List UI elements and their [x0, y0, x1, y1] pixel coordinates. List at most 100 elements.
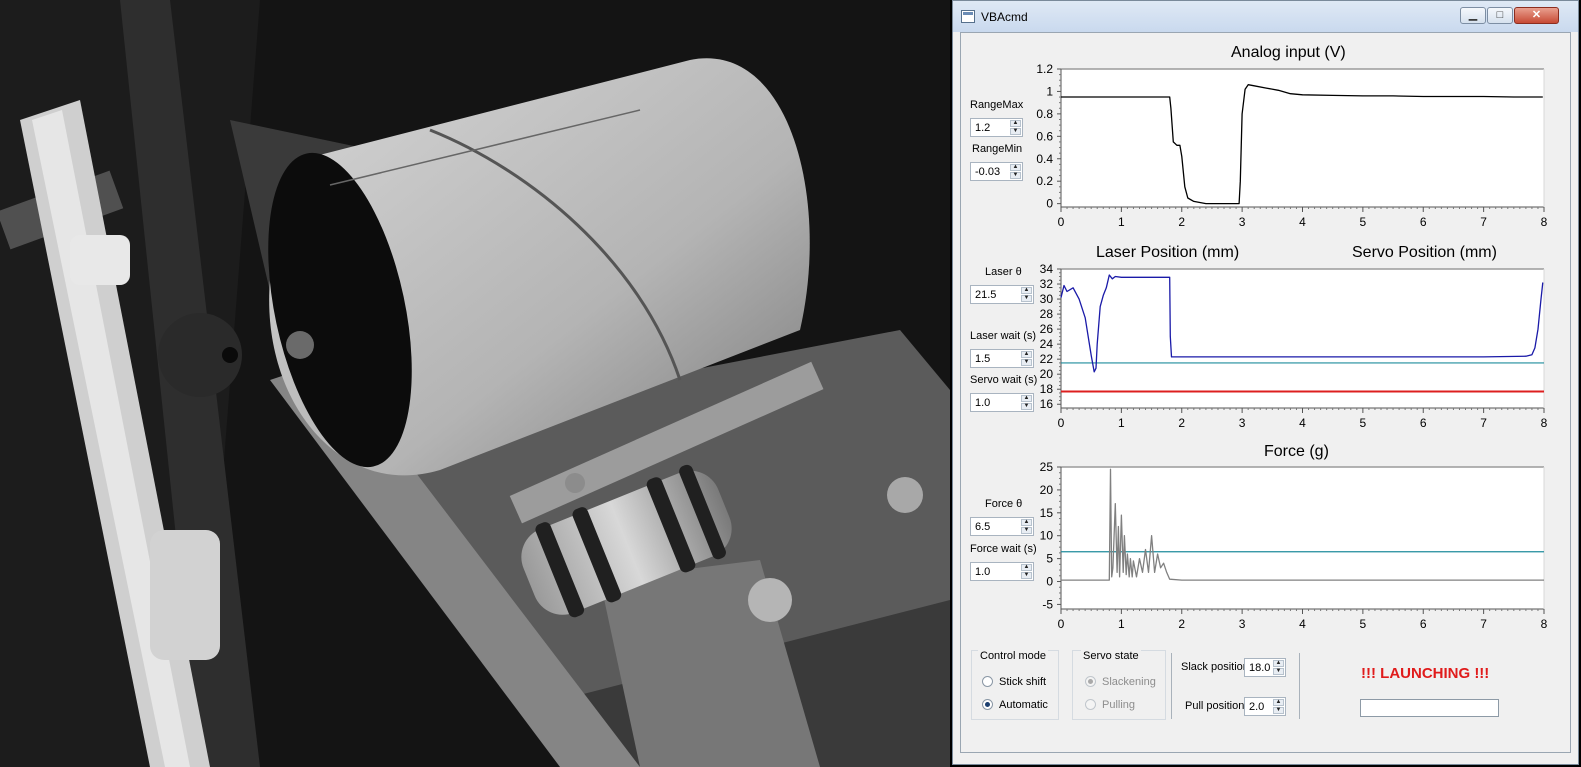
- radio-stick-shift[interactable]: Stick shift: [982, 676, 1046, 688]
- analog-y-tick-label: 1.2: [1036, 63, 1053, 76]
- control-mode-title: Control mode: [978, 650, 1049, 662]
- analog-plot-area: [1061, 69, 1544, 207]
- vbacmd-window: VBAcmd ▁ □ ✕ Analog input (V) 0 0.2 0.4 0.6…: [952, 0, 1579, 765]
- force-y-tick-label: 5: [1046, 552, 1053, 566]
- radio-pulling-label: Pulling: [1102, 699, 1136, 711]
- force-theta-label: Force θ: [985, 498, 1023, 510]
- position-x-tick-label: 8: [1541, 416, 1548, 430]
- force-x-tick-label: 7: [1480, 617, 1487, 631]
- analog-y-tick-label: 0.2: [1036, 174, 1053, 188]
- position-y-tick-label: 16: [1040, 397, 1054, 411]
- range-max-spinbox[interactable]: 1.2 ▲ ▼: [970, 118, 1023, 137]
- slack-position-value: 18.0: [1249, 662, 1271, 674]
- slack-position-up-arrow-icon[interactable]: ▲: [1273, 660, 1284, 667]
- separator: [1299, 653, 1300, 719]
- pull-position-up-arrow-icon[interactable]: ▲: [1273, 699, 1284, 706]
- servo-wait-down-arrow-icon[interactable]: ▼: [1021, 403, 1032, 410]
- analog-x-tick-label: 7: [1480, 215, 1487, 229]
- radio-pulling-icon[interactable]: [1085, 699, 1096, 710]
- analog-x-tick-label: 6: [1420, 215, 1427, 229]
- laser-wait-label: Laser wait (s): [970, 330, 1037, 342]
- radio-slackening[interactable]: Slackening: [1085, 676, 1156, 688]
- position-plot-area: [1061, 269, 1544, 408]
- force-x-tick-label: 2: [1178, 617, 1185, 631]
- force-theta-down-arrow-icon[interactable]: ▼: [1021, 527, 1032, 534]
- force-y-tick-label: -5: [1042, 597, 1053, 611]
- analog-y-tick-label: 0: [1046, 197, 1053, 211]
- analog-y-tick-label: 0.6: [1036, 129, 1053, 143]
- title-bar[interactable]: VBAcmd ▁ □ ✕: [953, 1, 1578, 32]
- position-x-tick-label: 5: [1360, 416, 1367, 430]
- radio-pulling[interactable]: Pulling: [1085, 699, 1135, 711]
- position-x-tick-label: 2: [1178, 416, 1185, 430]
- range-min-spinbox[interactable]: -0.03 ▲ ▼: [970, 162, 1023, 181]
- laser-theta-up-arrow-icon[interactable]: ▲: [1021, 287, 1032, 294]
- servo-wait-up-arrow-icon[interactable]: ▲: [1021, 395, 1032, 402]
- radio-automatic-label: Automatic: [999, 699, 1048, 711]
- position-x-tick-label: 3: [1239, 416, 1246, 430]
- radio-slackening-label: Slackening: [1102, 676, 1156, 688]
- position-chart: 161820222426283032340 1 2 3 4 5 6 7 8: [1040, 263, 1548, 430]
- range-max-up-arrow-icon[interactable]: ▲: [1010, 120, 1021, 127]
- laser-theta-down-arrow-icon[interactable]: ▼: [1021, 295, 1032, 302]
- window-title: VBAcmd: [981, 10, 1028, 24]
- position-y-tick-label: 18: [1040, 382, 1054, 396]
- pull-position-spinbox[interactable]: 2.0 ▲ ▼: [1244, 697, 1286, 716]
- client-area: Analog input (V) 0 0.2 0.4 0.6 0.8 1 1.2 0 1 2 3 4 5…: [960, 32, 1571, 753]
- position-y-tick-label: 20: [1040, 367, 1054, 381]
- position-x-tick-label: 7: [1480, 416, 1487, 430]
- analog-y-tick-label: 1: [1046, 84, 1053, 98]
- force-wait-label: Force wait (s): [970, 543, 1037, 555]
- maximize-button[interactable]: □: [1487, 7, 1513, 24]
- force-wait-up-arrow-icon[interactable]: ▲: [1021, 564, 1032, 571]
- position-y-tick-label: 32: [1040, 277, 1054, 291]
- force-theta-up-arrow-icon[interactable]: ▲: [1021, 519, 1032, 526]
- slack-position-down-arrow-icon[interactable]: ▼: [1273, 668, 1284, 675]
- servo-wait-spinbox[interactable]: 1.0 ▲ ▼: [970, 393, 1034, 412]
- force-x-tick-label: 4: [1299, 617, 1306, 631]
- minimize-button[interactable]: ▁: [1460, 7, 1486, 24]
- analog-x-tick-label: 5: [1360, 215, 1367, 229]
- position-y-tick-label: 22: [1040, 352, 1054, 366]
- analog-x-tick-label: 4: [1299, 215, 1306, 229]
- range-min-up-arrow-icon[interactable]: ▲: [1010, 164, 1021, 171]
- laser-theta-label: Laser θ: [985, 266, 1022, 278]
- servo-state-title: Servo state: [1081, 650, 1141, 662]
- force-theta-spinbox[interactable]: 6.5 ▲ ▼: [970, 517, 1034, 536]
- force-x-tick-label: 3: [1239, 617, 1246, 631]
- analog-plot-title: Analog input (V): [1231, 44, 1346, 61]
- servo-position-legend: Servo Position (mm): [1352, 244, 1497, 261]
- pull-position-label: Pull position: [1185, 700, 1245, 712]
- radio-slackening-icon[interactable]: [1085, 676, 1096, 687]
- force-wait-value: 1.0: [975, 566, 991, 578]
- force-wait-down-arrow-icon[interactable]: ▼: [1021, 572, 1032, 579]
- laser-theta-spinbox[interactable]: 21.5 ▲ ▼: [970, 285, 1034, 304]
- range-min-down-arrow-icon[interactable]: ▼: [1010, 172, 1021, 179]
- analog-x-tick-label: 3: [1239, 215, 1246, 229]
- force-wait-spinbox[interactable]: 1.0 ▲ ▼: [970, 562, 1034, 581]
- force-chart: -5 0 5 10 15 20 25 0 1 2 3 4 5 6 7 8: [1040, 461, 1548, 631]
- force-x-tick-label: 1: [1118, 617, 1125, 631]
- laser-wait-down-arrow-icon[interactable]: ▼: [1021, 359, 1032, 366]
- force-y-tick-label: 20: [1040, 483, 1054, 497]
- radio-stick-shift-icon[interactable]: [982, 676, 993, 687]
- laser-wait-value: 1.5: [975, 353, 991, 365]
- range-max-down-arrow-icon[interactable]: ▼: [1010, 128, 1021, 135]
- radio-automatic[interactable]: Automatic: [982, 699, 1048, 711]
- force-x-tick-label: 0: [1058, 617, 1065, 631]
- pull-position-down-arrow-icon[interactable]: ▼: [1273, 707, 1284, 714]
- laser-wait-up-arrow-icon[interactable]: ▲: [1021, 351, 1032, 358]
- laser-wait-spinbox[interactable]: 1.5 ▲ ▼: [970, 349, 1034, 368]
- force-y-tick-label: 0: [1046, 575, 1053, 589]
- force-plot-title: Force (g): [1264, 443, 1329, 460]
- radio-automatic-icon[interactable]: [982, 699, 993, 710]
- range-max-value: 1.2: [975, 122, 991, 134]
- analog-x-tick-label: 1: [1118, 215, 1125, 229]
- force-y-tick-label: 10: [1040, 529, 1054, 543]
- force-plot-area: [1061, 467, 1544, 609]
- close-button[interactable]: ✕: [1514, 7, 1559, 24]
- position-x-tick-label: 6: [1420, 416, 1427, 430]
- laser-position-legend: Laser Position (mm): [1096, 244, 1240, 261]
- force-x-tick-label: 5: [1360, 617, 1367, 631]
- slack-position-spinbox[interactable]: 18.0 ▲ ▼: [1244, 658, 1286, 677]
